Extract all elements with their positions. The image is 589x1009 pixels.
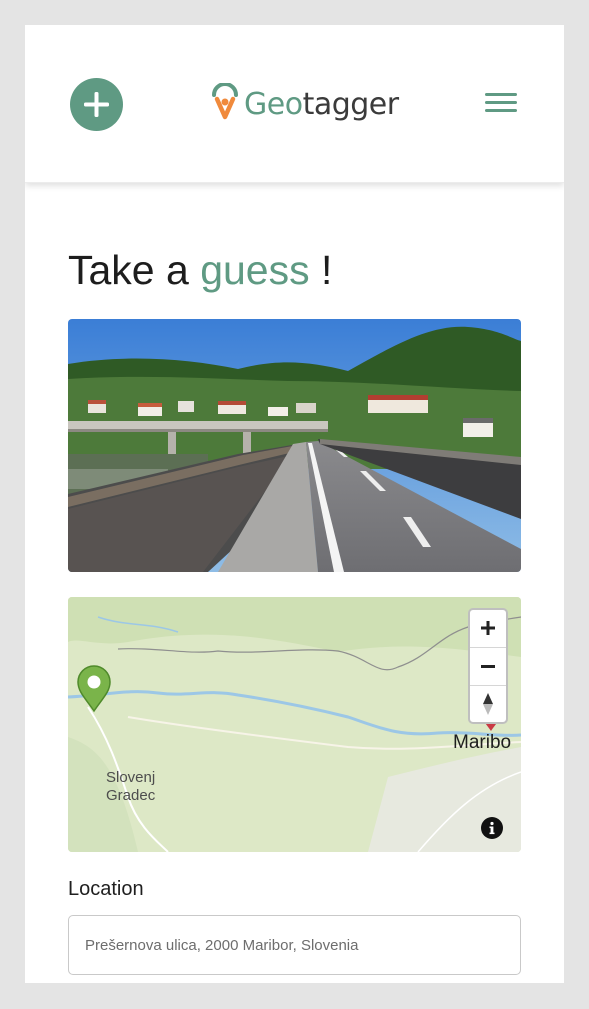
logo-text: Geotagger <box>244 87 399 122</box>
map-pin-icon <box>77 665 111 713</box>
location-label: Location <box>68 878 144 900</box>
zoom-out-button[interactable] <box>470 648 506 686</box>
headline-start: Take a <box>68 247 201 293</box>
page-title: Take a guess ! <box>68 247 332 294</box>
headline-accent: guess <box>200 247 310 293</box>
location-pin-logo-icon <box>212 83 238 120</box>
logo-geo-text: Geo <box>244 87 303 122</box>
app-screen: Geotagger Take a guess ! Slovenj Gradec … <box>25 25 564 983</box>
guess-map[interactable]: Slovenj Gradec Maribo <box>68 597 521 852</box>
hamburger-icon <box>485 93 517 112</box>
location-input[interactable] <box>68 915 521 975</box>
map-attribution-button[interactable] <box>481 817 503 839</box>
map-tiles[interactable] <box>68 597 521 852</box>
info-icon <box>489 821 495 835</box>
map-label-line: Slovenj <box>106 769 156 786</box>
map-label-line: Gradec <box>106 787 156 804</box>
map-zoom-control <box>468 608 508 724</box>
headline-end: ! <box>309 247 333 293</box>
minus-icon <box>481 665 495 668</box>
guess-marker[interactable] <box>76 665 112 718</box>
add-location-button[interactable] <box>70 78 123 131</box>
zoom-in-button[interactable] <box>470 610 506 648</box>
hamburger-menu-button[interactable] <box>485 93 517 117</box>
map-label-slovenj-gradec: Slovenj Gradec <box>106 769 155 805</box>
plus-icon <box>481 621 495 635</box>
compass-north-icon <box>483 693 493 715</box>
location-photo <box>68 319 521 572</box>
plus-icon <box>84 92 109 117</box>
reset-north-button[interactable] <box>470 686 506 723</box>
logo-tagger-text: tagger <box>302 87 400 122</box>
map-label-maribor: Maribo <box>453 732 512 753</box>
top-navbar: Geotagger <box>25 25 564 183</box>
